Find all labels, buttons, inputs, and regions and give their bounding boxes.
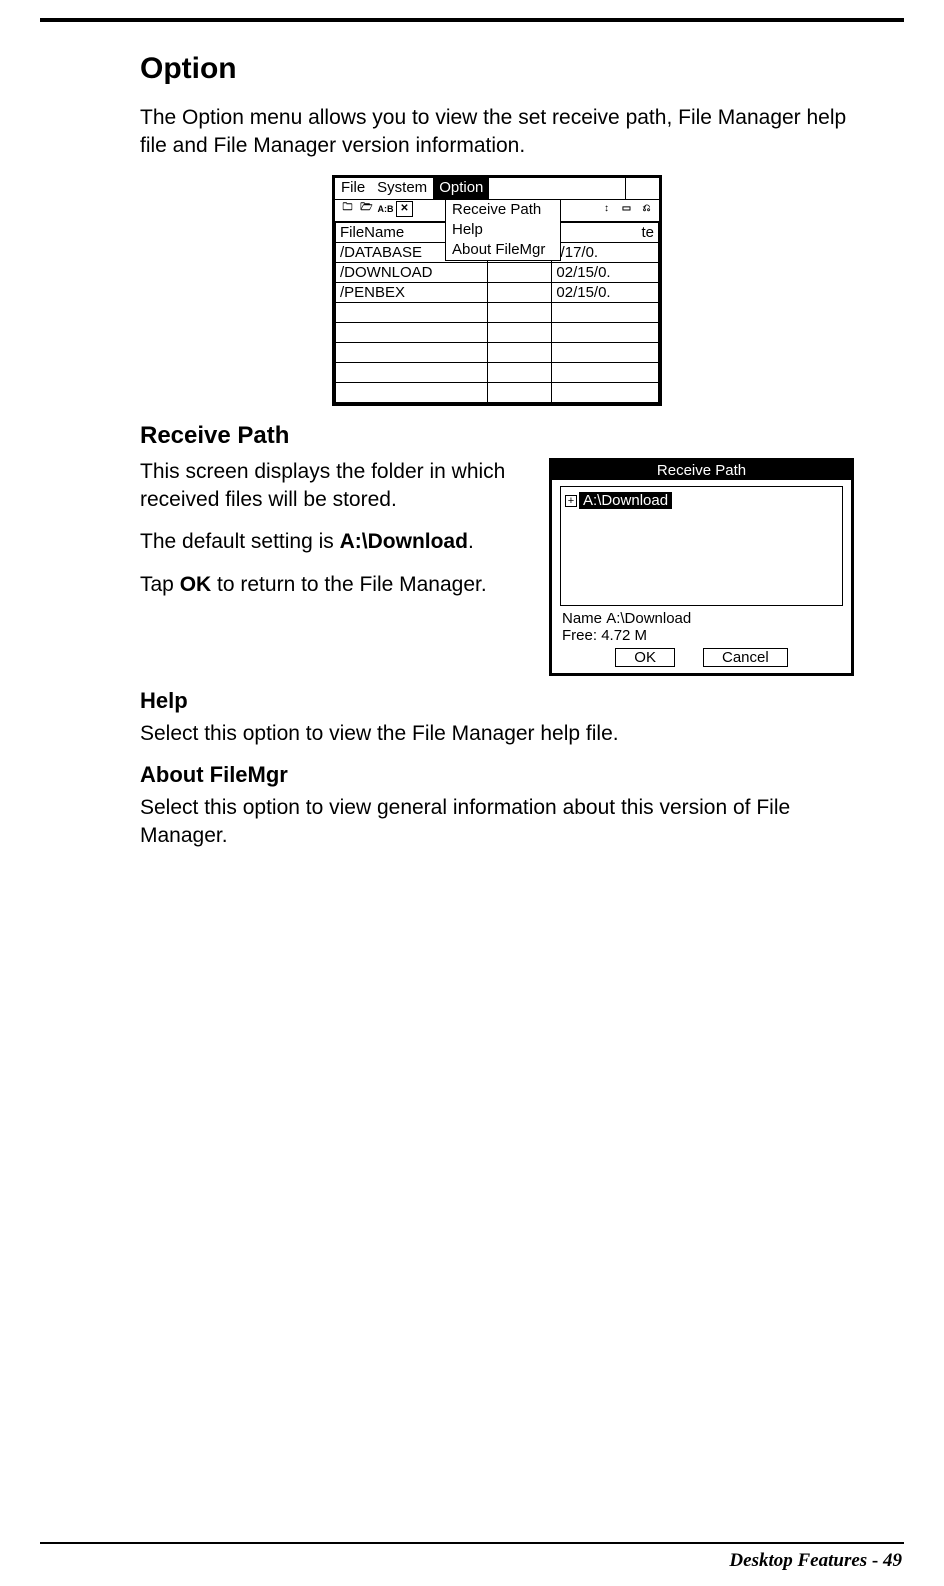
top-rule (40, 18, 904, 22)
dropdown-receive-path[interactable]: Receive Path (446, 200, 560, 220)
table-row[interactable]: /PENBEX02/15/0. (336, 282, 659, 302)
exit-icon[interactable]: ⎌ (638, 201, 655, 217)
free-row: Free: 4.72 M (552, 627, 851, 644)
ok-button[interactable]: OK (615, 648, 675, 667)
paragraph-receive-path-2: The default setting is A:\Download. (140, 528, 521, 556)
sort-icon[interactable]: ↕ (598, 201, 615, 217)
paragraph-receive-path-3: Tap OK to return to the File Manager. (140, 571, 521, 599)
menubar: File System Option (335, 178, 659, 200)
dropdown-about[interactable]: About FileMgr (446, 240, 560, 260)
paragraph-receive-path-1: This screen displays the folder in which… (140, 458, 521, 515)
option-dropdown: Receive Path Help About FileMgr (445, 199, 561, 261)
table-row[interactable] (336, 322, 659, 342)
paragraph-about: Select this option to view general infor… (140, 794, 854, 851)
open-folder-icon[interactable]: 🗁 (358, 201, 375, 217)
folder-tree[interactable]: + A:\Download (560, 486, 843, 606)
folder-node[interactable]: A:\Download (579, 492, 672, 509)
toolbar: 🗀 🗁 A:B ✕ ↕ ▭ ⎌ Receive Path Help About … (335, 200, 659, 222)
table-row[interactable] (336, 302, 659, 322)
drive-select-icon[interactable]: A:B (377, 201, 394, 217)
table-row[interactable]: /DOWNLOAD02/15/0. (336, 262, 659, 282)
table-row[interactable] (336, 342, 659, 362)
heading-help: Help (140, 688, 854, 714)
cancel-button[interactable]: Cancel (703, 648, 788, 667)
screenshot-receive-path: Receive Path + A:\Download Name A:\Downl… (549, 458, 854, 676)
menubar-end (625, 178, 659, 199)
bottom-rule (40, 1542, 904, 1544)
heading-about: About FileMgr (140, 762, 854, 788)
col-date[interactable]: te (552, 222, 659, 242)
expand-icon[interactable]: + (565, 495, 577, 507)
heading-receive-path: Receive Path (140, 422, 854, 450)
table-row[interactable] (336, 382, 659, 402)
menu-option[interactable]: Option (433, 178, 489, 199)
page-footer: Desktop Features - 49 (729, 1550, 902, 1572)
screenshot-file-manager: File System Option 🗀 🗁 A:B ✕ ↕ ▭ ⎌ (332, 175, 662, 406)
menu-system[interactable]: System (371, 178, 433, 199)
delete-icon[interactable]: ✕ (396, 201, 413, 217)
paragraph-help: Select this option to view the File Mana… (140, 720, 854, 748)
paragraph-option-intro: The Option menu allows you to view the s… (140, 104, 854, 161)
heading-option: Option (140, 52, 854, 86)
table-row[interactable] (336, 362, 659, 382)
view-icon[interactable]: ▭ (618, 201, 635, 217)
dialog-title: Receive Path (552, 461, 851, 480)
name-row: Name A:\Download (552, 610, 851, 627)
new-folder-icon[interactable]: 🗀 (339, 201, 356, 217)
dropdown-help[interactable]: Help (446, 220, 560, 240)
menu-file[interactable]: File (335, 178, 371, 199)
